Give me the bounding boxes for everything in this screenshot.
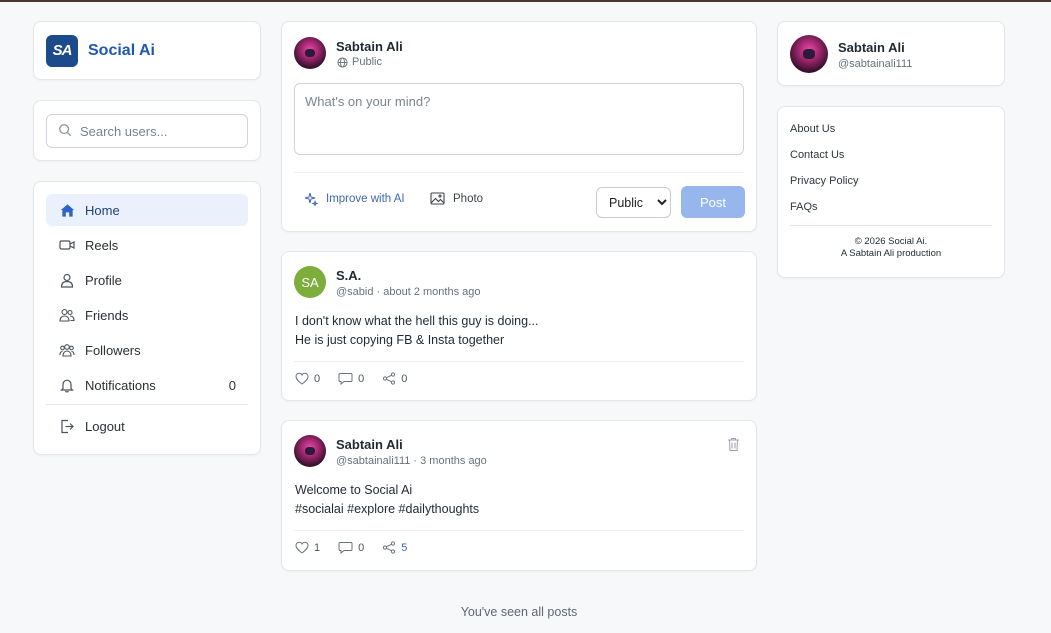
like-button[interactable]: 0 bbox=[295, 372, 320, 385]
nav-label-home: Home bbox=[85, 202, 120, 218]
search-box[interactable] bbox=[46, 114, 248, 148]
comment-icon bbox=[338, 541, 353, 554]
followers-icon bbox=[59, 342, 75, 358]
post-author-name[interactable]: Sabtain Ali bbox=[336, 437, 403, 452]
nav-label-friends: Friends bbox=[85, 307, 129, 323]
image-icon bbox=[430, 192, 445, 205]
post-line: I don't know what the hell this guy is d… bbox=[295, 314, 539, 328]
nav-label-logout: Logout bbox=[85, 418, 125, 434]
post-line: #socialai #explore #dailythoughts bbox=[295, 502, 480, 516]
comment-icon bbox=[338, 372, 353, 385]
like-count: 0 bbox=[314, 372, 321, 385]
post-line: He is just copying FB & Insta together bbox=[295, 333, 505, 347]
improve-with-ai-label: Improve with AI bbox=[326, 193, 405, 205]
video-icon bbox=[59, 237, 75, 253]
search-input[interactable] bbox=[80, 123, 240, 139]
nav-item-profile[interactable]: Profile bbox=[46, 264, 248, 296]
feed-end-message: You've seen all posts bbox=[460, 605, 578, 619]
improve-with-ai-button[interactable]: Improve with AI bbox=[304, 192, 405, 206]
share-button[interactable]: 0 bbox=[382, 372, 407, 385]
avatar[interactable] bbox=[294, 37, 326, 69]
avatar[interactable] bbox=[790, 35, 828, 73]
composer-author-name: Sabtain Ali bbox=[336, 39, 403, 54]
post-divider bbox=[294, 530, 744, 531]
post-text: Welcome to Social Ai #socialai #explore … bbox=[295, 481, 479, 519]
nav-divider bbox=[46, 404, 248, 405]
post-composer: Sabtain Ali Public Improve with AI Photo… bbox=[281, 21, 757, 232]
nav-item-home[interactable]: Home bbox=[46, 194, 248, 226]
post-card: SA S.A. @sabid · about 2 months ago I do… bbox=[281, 251, 757, 401]
post-divider bbox=[294, 361, 744, 362]
brand-name: Social Ai bbox=[88, 41, 155, 59]
photo-label: Photo bbox=[453, 192, 484, 205]
heart-icon bbox=[295, 372, 309, 385]
post-author-name[interactable]: S.A. bbox=[336, 268, 361, 283]
bell-icon bbox=[59, 377, 75, 393]
home-icon bbox=[59, 202, 75, 218]
search-card bbox=[33, 100, 261, 161]
post-meta: @sabid · about 2 months ago bbox=[336, 286, 481, 298]
share-count: 0 bbox=[401, 372, 408, 385]
post-text-input[interactable] bbox=[294, 83, 744, 155]
composer-visibility: Public bbox=[337, 56, 382, 68]
nav-label-followers: Followers bbox=[85, 342, 141, 358]
profile-name: Sabtain Ali bbox=[838, 40, 905, 55]
copyright-text: © 2026 Social Ai. bbox=[854, 236, 928, 247]
heart-icon bbox=[295, 541, 309, 554]
comment-count: 0 bbox=[358, 372, 365, 385]
nav-item-reels[interactable]: Reels bbox=[46, 229, 248, 261]
post-meta: @sabtainali111 · 3 months ago bbox=[336, 455, 487, 467]
privacy-link[interactable]: Privacy Policy bbox=[790, 173, 992, 199]
avatar[interactable]: SA bbox=[294, 266, 326, 298]
share-button[interactable]: 5 bbox=[382, 541, 407, 554]
share-count: 5 bbox=[401, 541, 408, 554]
search-icon bbox=[58, 123, 72, 140]
brand-card[interactable]: SA Social Ai bbox=[33, 21, 261, 80]
post-actions: 1 0 5 bbox=[295, 541, 425, 554]
brand-logo: SA bbox=[46, 34, 78, 67]
share-icon bbox=[382, 372, 396, 385]
nav-item-followers[interactable]: Followers bbox=[46, 334, 248, 366]
comment-count: 0 bbox=[358, 541, 365, 554]
user-icon bbox=[59, 272, 75, 288]
post-text: I don't know what the hell this guy is d… bbox=[295, 312, 539, 350]
friends-icon bbox=[59, 307, 75, 323]
visibility-select[interactable]: Public bbox=[596, 187, 671, 218]
credit-text: A Sabtain Ali production bbox=[840, 248, 942, 259]
nav-card: Home Reels Profile Friends Followers Not… bbox=[33, 181, 261, 455]
about-link[interactable]: About Us bbox=[790, 121, 992, 147]
logout-icon bbox=[59, 418, 75, 434]
contact-link[interactable]: Contact Us bbox=[790, 147, 992, 173]
globe-icon bbox=[337, 56, 348, 68]
profile-handle: @sabtainali111 bbox=[838, 58, 913, 70]
faqs-link[interactable]: FAQs bbox=[790, 199, 992, 225]
links-divider bbox=[790, 225, 992, 226]
top-border bbox=[0, 0, 1051, 2]
sparkle-icon bbox=[304, 192, 318, 206]
composer-visibility-label: Public bbox=[352, 56, 382, 68]
composer-divider bbox=[294, 172, 744, 173]
post-card: Sabtain Ali @sabtainali111 · 3 months ag… bbox=[281, 420, 757, 571]
nav-item-notifications[interactable]: Notifications 0 bbox=[46, 369, 248, 401]
links-card: About Us Contact Us Privacy Policy FAQs … bbox=[777, 106, 1005, 278]
trash-icon[interactable] bbox=[727, 437, 740, 455]
avatar[interactable] bbox=[294, 435, 326, 467]
profile-card[interactable]: Sabtain Ali @sabtainali111 bbox=[777, 21, 1005, 86]
notifications-count: 0 bbox=[228, 377, 236, 393]
post-button[interactable]: Post bbox=[681, 186, 745, 218]
comment-button[interactable]: 0 bbox=[338, 541, 364, 554]
add-photo-button[interactable]: Photo bbox=[430, 192, 483, 205]
like-count: 1 bbox=[314, 541, 321, 554]
nav-item-logout[interactable]: Logout bbox=[46, 410, 248, 442]
like-button[interactable]: 1 bbox=[295, 541, 320, 554]
post-line: Welcome to Social Ai bbox=[295, 483, 413, 497]
nav-label-profile: Profile bbox=[85, 272, 122, 288]
nav-label-reels: Reels bbox=[85, 237, 119, 253]
comment-button[interactable]: 0 bbox=[338, 372, 364, 385]
share-icon bbox=[382, 541, 396, 554]
post-actions: 0 0 0 bbox=[295, 372, 425, 385]
nav-label-notifications: Notifications bbox=[85, 377, 156, 393]
nav-item-friends[interactable]: Friends bbox=[46, 299, 248, 331]
